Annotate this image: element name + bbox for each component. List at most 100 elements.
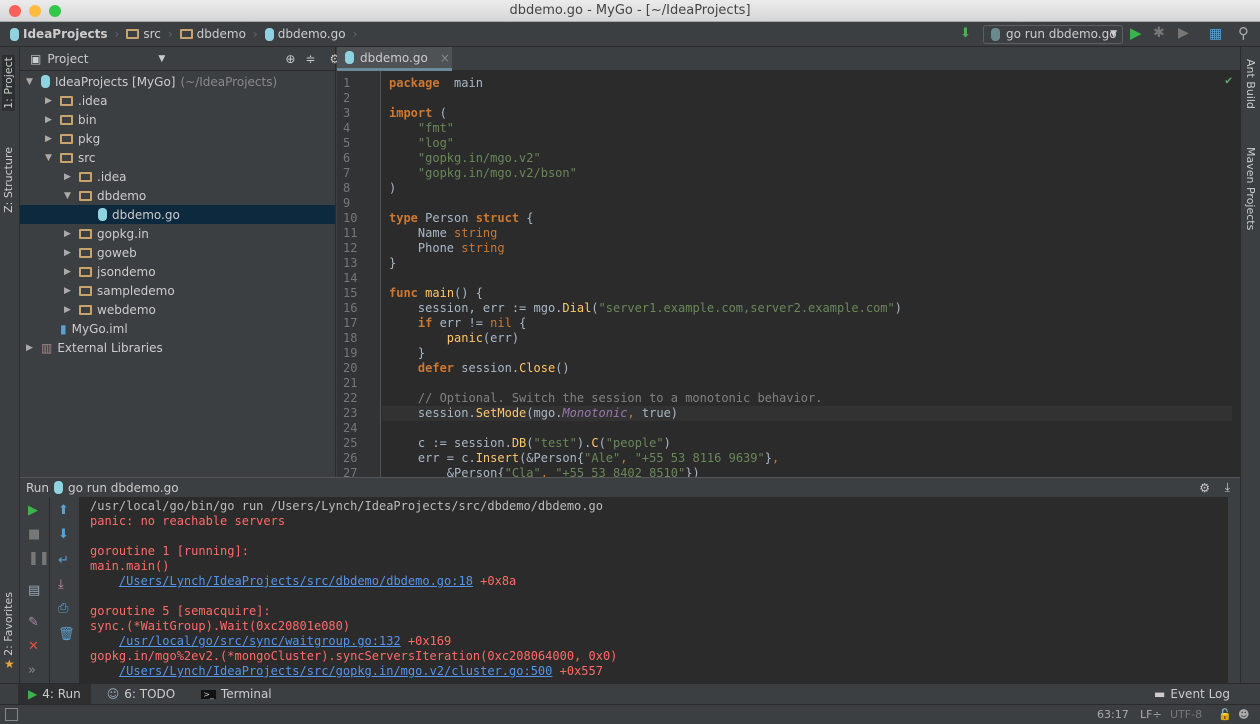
- project-view-select[interactable]: Project: [47, 52, 88, 66]
- close-icon[interactable]: ✕: [28, 639, 39, 654]
- toggle-tool-windows-icon[interactable]: [5, 708, 18, 721]
- tool-tab-structure[interactable]: Z: Structure: [2, 147, 15, 213]
- tool-tab-todo[interactable]: ☺ 6: TODO: [97, 684, 185, 705]
- tree-item[interactable]: ▶ webdemo: [20, 300, 335, 319]
- code-line[interactable]: Phone string: [389, 241, 505, 256]
- more-icon[interactable]: »: [28, 663, 36, 678]
- tool-tab-terminal[interactable]: >_ Terminal: [191, 684, 281, 705]
- tree-item[interactable]: ▶ .idea: [20, 91, 335, 110]
- tree-item[interactable]: ▶ jsondemo: [20, 262, 335, 281]
- down-arrow-icon[interactable]: ⬇: [58, 527, 69, 542]
- collapsed-arrow-icon[interactable]: ▶: [64, 305, 74, 315]
- project-structure-icon[interactable]: ▦: [1209, 26, 1222, 42]
- code-line[interactable]: import (: [389, 106, 447, 121]
- dump-threads-icon[interactable]: ▤: [28, 583, 40, 598]
- code-line[interactable]: Name string: [389, 226, 498, 241]
- code-line[interactable]: if err != nil {: [389, 316, 526, 331]
- breadcrumb-item[interactable]: src: [126, 27, 161, 41]
- close-tab-icon[interactable]: ×: [440, 51, 450, 65]
- tree-item[interactable]: ▶ ▥ External Libraries: [20, 338, 335, 357]
- tree-item[interactable]: ▶ goweb: [20, 243, 335, 262]
- code-line[interactable]: "fmt": [389, 121, 454, 136]
- tool-tab-favorites[interactable]: 2: Favorites: [2, 592, 15, 656]
- collapsed-arrow-icon[interactable]: ▶: [64, 267, 74, 277]
- tree-item[interactable]: ▶ bin: [20, 110, 335, 129]
- run-console[interactable]: /usr/local/go/bin/go run /Users/Lynch/Id…: [80, 497, 1228, 683]
- code-line[interactable]: defer session.Close(): [389, 361, 570, 376]
- print-icon[interactable]: ⎙: [58, 601, 68, 616]
- close-window-button[interactable]: [9, 5, 21, 17]
- breadcrumb-item[interactable]: dbdemo: [179, 27, 246, 41]
- locate-icon[interactable]: ⊕: [285, 52, 295, 66]
- code-line[interactable]: func main() {: [389, 286, 483, 301]
- trash-icon[interactable]: 🗑: [58, 627, 75, 642]
- collapsed-arrow-icon[interactable]: ▶: [26, 343, 36, 353]
- run-icon[interactable]: ▶: [1130, 24, 1142, 42]
- tree-item[interactable]: ▶ gopkg.in: [20, 224, 335, 243]
- code-line[interactable]: package main: [389, 76, 483, 91]
- code-line[interactable]: type Person struct {: [389, 211, 534, 226]
- tree-item[interactable]: ▼ IdeaProjects [MyGo] (~/IdeaProjects): [20, 72, 335, 91]
- search-icon[interactable]: ⚲: [1238, 24, 1249, 42]
- soft-wrap-icon[interactable]: ↵: [58, 553, 69, 568]
- tree-item[interactable]: ▼ src: [20, 148, 335, 167]
- code-line[interactable]: ): [389, 181, 396, 196]
- hide-panel-icon[interactable]: ⤓: [1225, 480, 1230, 495]
- inspector-icon[interactable]: ☻: [1238, 708, 1249, 721]
- code-editor[interactable]: 1 2 3 4 5 6 7 8 9 10 11 12 13 14 15 16 17 18 19 20 21 22 23 24 2…: [337, 71, 1240, 477]
- code-line[interactable]: err = c.Insert(&Person{"Ale", "+55 53 81…: [389, 451, 779, 466]
- up-arrow-icon[interactable]: ⬆: [58, 503, 69, 518]
- coverage-icon[interactable]: ▶: [1178, 25, 1189, 41]
- minimize-window-button[interactable]: [29, 5, 41, 17]
- tree-item[interactable]: ▶ pkg: [20, 129, 335, 148]
- tool-tab-run[interactable]: ▶ 4: Run: [18, 683, 91, 705]
- code-line[interactable]: // Optional. Switch the session to a mon…: [389, 391, 823, 406]
- tree-item[interactable]: ▼ dbdemo: [20, 186, 335, 205]
- collapsed-arrow-icon[interactable]: ▶: [64, 248, 74, 258]
- expanded-arrow-icon[interactable]: ▼: [64, 191, 74, 201]
- code-line[interactable]: "gopkg.in/mgo.v2/bson": [389, 166, 577, 181]
- tab-dbdemo-go[interactable]: dbdemo.go ×: [337, 47, 452, 71]
- lock-icon[interactable]: 🔓: [1218, 708, 1232, 721]
- pause-icon[interactable]: ❚❚: [28, 551, 50, 566]
- collapse-all-icon[interactable]: ≑: [305, 52, 315, 66]
- stack-trace-link[interactable]: /Users/Lynch/IdeaProjects/src/dbdemo/dbd…: [119, 574, 473, 588]
- code-line[interactable]: }: [389, 256, 396, 271]
- breadcrumb-item[interactable]: IdeaProjects: [10, 27, 108, 41]
- pin-icon[interactable]: ✎: [28, 615, 39, 630]
- chevron-down-icon[interactable]: ▼: [158, 54, 165, 64]
- code-line[interactable]: session.SetMode(mgo.Monotonic, true): [389, 406, 678, 421]
- code-line[interactable]: &Person{"Cla", "+55 53 8402 8510"}): [389, 466, 700, 477]
- code-line[interactable]: "gopkg.in/mgo.v2": [389, 151, 541, 166]
- code-line[interactable]: "log": [389, 136, 454, 151]
- tree-item[interactable]: ▮ MyGo.iml: [20, 319, 335, 338]
- file-encoding[interactable]: UTF-8: [1170, 708, 1202, 721]
- make-icon[interactable]: ⬇: [960, 26, 971, 41]
- rerun-icon[interactable]: ▶: [28, 503, 38, 518]
- run-config-select[interactable]: go run dbdemo.go ▼: [983, 25, 1123, 44]
- tool-tab-project[interactable]: 1: Project: [2, 55, 15, 111]
- tree-item[interactable]: dbdemo.go: [20, 205, 335, 224]
- code-line[interactable]: }: [389, 346, 425, 361]
- tool-tab-maven[interactable]: Maven Projects: [1244, 147, 1257, 230]
- stack-trace-link[interactable]: /Users/Lynch/IdeaProjects/src/gopkg.in/m…: [119, 664, 552, 678]
- collapsed-arrow-icon[interactable]: ▶: [45, 115, 55, 125]
- line-separator[interactable]: LF÷: [1140, 708, 1162, 721]
- event-log-button[interactable]: ▬ Event Log: [1144, 684, 1240, 705]
- gear-icon[interactable]: ⚙: [1199, 481, 1210, 495]
- collapsed-arrow-icon[interactable]: ▶: [45, 96, 55, 106]
- collapsed-arrow-icon[interactable]: ▶: [64, 229, 74, 239]
- tree-item[interactable]: ▶ .idea: [20, 167, 335, 186]
- code-line[interactable]: session, err := mgo.Dial("server1.exampl…: [389, 301, 902, 316]
- zoom-window-button[interactable]: [49, 5, 61, 17]
- tool-tab-ant-build[interactable]: Ant Build: [1244, 59, 1257, 109]
- scroll-to-end-icon[interactable]: ⤓: [58, 577, 64, 592]
- tree-item[interactable]: ▶ sampledemo: [20, 281, 335, 300]
- code-line[interactable]: panic(err): [389, 331, 519, 346]
- debug-icon[interactable]: ✱: [1153, 25, 1165, 41]
- stack-trace-link[interactable]: /usr/local/go/src/sync/waitgroup.go:132: [119, 634, 401, 648]
- caret-position[interactable]: 63:17: [1097, 708, 1129, 721]
- expanded-arrow-icon[interactable]: ▼: [45, 153, 55, 163]
- collapsed-arrow-icon[interactable]: ▶: [64, 172, 74, 182]
- code-line[interactable]: c := session.DB("test").C("people"): [389, 436, 671, 451]
